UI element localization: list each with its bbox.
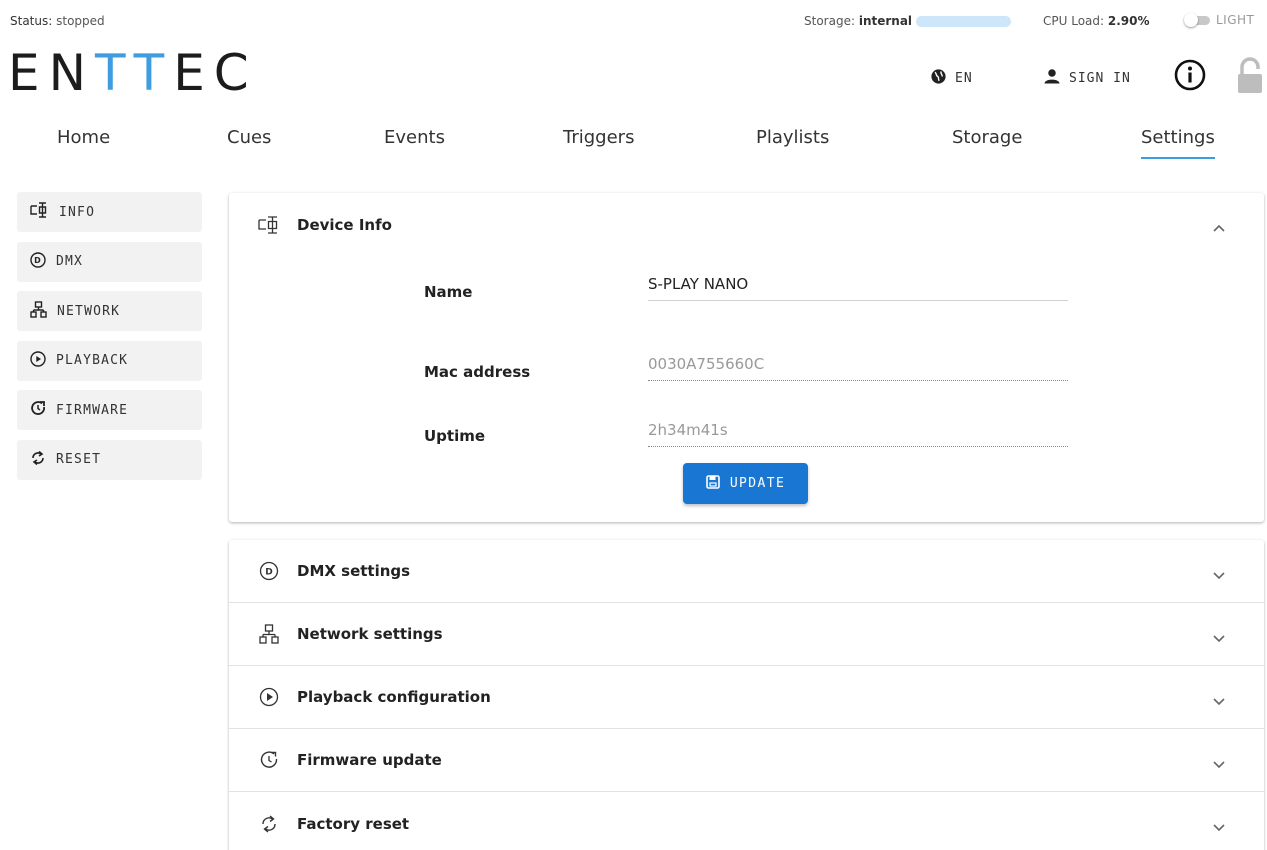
sidebar-item-label: INFO: [59, 204, 96, 220]
name-label: Name: [424, 283, 473, 301]
storage-value: internal: [858, 14, 913, 28]
settings-sections: D DMX settings Network settings Playback…: [229, 540, 1264, 850]
theme-toggle[interactable]: LIGHT: [1184, 12, 1255, 27]
section-playback-configuration[interactable]: Playback configuration: [229, 666, 1264, 729]
network-icon: [258, 624, 280, 644]
logo-part-3: EC: [173, 44, 258, 102]
device-icon: [258, 215, 280, 234]
svg-text:D: D: [265, 568, 272, 578]
enttec-logo: ENTTEC: [8, 45, 258, 101]
tab-events[interactable]: Events: [384, 127, 445, 148]
section-dmx-settings[interactable]: D DMX settings: [229, 540, 1264, 603]
theme-label: LIGHT: [1216, 13, 1255, 27]
chevron-down-icon: [1212, 692, 1226, 710]
reset-icon: [30, 450, 46, 470]
play-icon: [30, 350, 46, 371]
play-icon: [258, 687, 280, 707]
toggle-track: [1184, 12, 1210, 27]
info-icon[interactable]: [1174, 59, 1206, 91]
toggle-knob: [1184, 12, 1198, 27]
status-value: stopped: [56, 14, 105, 28]
tab-playlists[interactable]: Playlists: [756, 127, 829, 148]
svg-text:D: D: [34, 256, 42, 265]
update-button[interactable]: UPDATE: [683, 463, 808, 504]
chevron-down-icon: [1212, 566, 1226, 584]
cpu-load-label: CPU Load:: [1043, 14, 1105, 28]
chevron-down-icon: [1212, 755, 1226, 773]
language-button[interactable]: EN: [930, 68, 973, 89]
logo-part-2: TT: [95, 44, 174, 102]
sidebar-item-label: DMX: [56, 254, 84, 269]
section-title: DMX settings: [297, 562, 411, 580]
panel-title: Device Info: [297, 215, 392, 234]
chevron-up-icon: [1212, 219, 1226, 237]
sidebar-item-playback[interactable]: PLAYBACK: [17, 340, 202, 381]
uptime-field: [648, 421, 1068, 447]
status-label: Status:: [10, 14, 53, 28]
tab-storage[interactable]: Storage: [952, 127, 1022, 148]
reset-icon: [258, 814, 280, 834]
storage-usage-bar: [916, 15, 1012, 27]
dmx-icon: D: [258, 561, 280, 581]
sidebar-item-network[interactable]: NETWORK: [17, 291, 202, 331]
sidebar-item-label: NETWORK: [57, 303, 121, 319]
sidebar-item-dmx[interactable]: D DMX: [17, 241, 202, 282]
chevron-down-icon: [1212, 629, 1226, 647]
sidebar-item-info[interactable]: INFO: [17, 192, 202, 232]
cpu-load: CPU Load: 2.90%: [1043, 14, 1150, 28]
device-info-panel: Device Info Name Mac address Uptime UPDA…: [229, 193, 1264, 522]
tab-settings[interactable]: Settings: [1141, 127, 1215, 159]
language-label: EN: [955, 71, 973, 86]
tab-home[interactable]: Home: [57, 127, 110, 148]
globe-icon: [930, 68, 947, 89]
main-nav: Home Cues Events Triggers Playlists Stor…: [0, 123, 1267, 163]
settings-sidebar: INFO D DMX NETWORK PLAYBACK FIRMWARE RES…: [17, 192, 202, 489]
sidebar-item-reset[interactable]: RESET: [17, 439, 202, 480]
sign-in-label: SIGN IN: [1069, 70, 1131, 86]
section-title: Network settings: [297, 625, 443, 643]
section-factory-reset[interactable]: Factory reset: [229, 792, 1264, 850]
network-icon: [30, 300, 47, 322]
status-bar: Status: stopped Storage: internal CPU Lo…: [0, 0, 1267, 40]
section-title: Factory reset: [297, 814, 410, 833]
storage-label: Storage:: [804, 14, 855, 28]
section-title: Firmware update: [297, 751, 442, 769]
chevron-down-icon: [1212, 818, 1226, 836]
sidebar-item-label: FIRMWARE: [56, 402, 129, 418]
mac-address-label: Mac address: [424, 363, 531, 381]
tab-cues[interactable]: Cues: [227, 127, 271, 148]
dmx-icon: D: [30, 251, 46, 272]
section-network-settings[interactable]: Network settings: [229, 603, 1264, 666]
mac-address-field: [648, 355, 1068, 381]
cpu-load-value: 2.90%: [1107, 14, 1150, 28]
section-title: Playback configuration: [297, 688, 491, 706]
logo-part-1: EN: [8, 44, 95, 102]
sidebar-item-label: RESET: [56, 452, 102, 467]
firmware-icon: [30, 400, 46, 420]
name-field[interactable]: [648, 275, 1068, 301]
tab-triggers[interactable]: Triggers: [563, 127, 634, 148]
save-icon: [706, 474, 720, 493]
uptime-label: Uptime: [424, 427, 486, 445]
person-icon: [1043, 68, 1061, 88]
sidebar-item-label: PLAYBACK: [56, 353, 129, 368]
section-firmware-update[interactable]: Firmware update: [229, 729, 1264, 792]
lock-icon[interactable]: [1236, 57, 1264, 95]
storage-indicator: Storage: internal: [804, 14, 1012, 28]
sign-in-button[interactable]: SIGN IN: [1043, 68, 1131, 88]
update-label: UPDATE: [729, 476, 786, 491]
device-status: Status: stopped: [10, 14, 105, 28]
sidebar-item-firmware[interactable]: FIRMWARE: [17, 390, 202, 430]
device-icon: [30, 202, 49, 222]
device-info-header[interactable]: Device Info: [229, 193, 1264, 256]
firmware-icon: [258, 750, 280, 770]
